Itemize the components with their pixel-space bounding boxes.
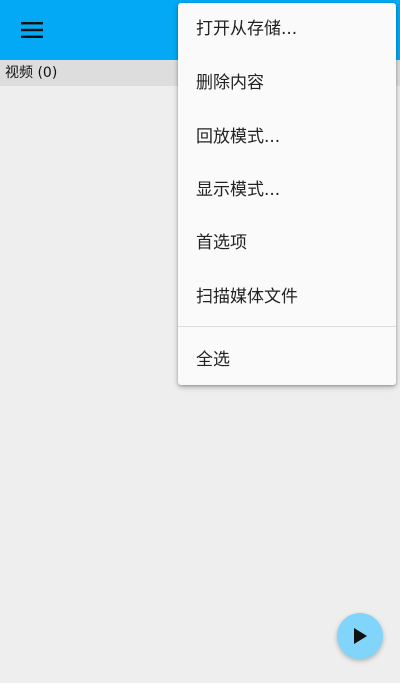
menu-item-open-from-storage[interactable]: 打开从存储...: [178, 3, 396, 55]
menu-item-preferences[interactable]: 首选项: [178, 217, 396, 269]
overflow-menu: 打开从存储... 删除内容 回放模式... 显示模式... 首选项 扫描媒体文件…: [178, 3, 396, 385]
menu-item-select-all[interactable]: 全选: [178, 334, 396, 386]
menu-divider: [178, 326, 396, 327]
play-icon: [354, 628, 367, 644]
menu-item-display-mode[interactable]: 显示模式...: [178, 164, 396, 216]
menu-item-delete-content[interactable]: 删除内容: [178, 57, 396, 109]
hamburger-menu-icon: [21, 22, 43, 38]
play-fab-button[interactable]: [337, 613, 383, 659]
navigation-menu-button[interactable]: [10, 8, 54, 52]
menu-item-playback-mode[interactable]: 回放模式...: [178, 111, 396, 163]
menu-item-scan-media-files[interactable]: 扫描媒体文件: [178, 271, 396, 323]
